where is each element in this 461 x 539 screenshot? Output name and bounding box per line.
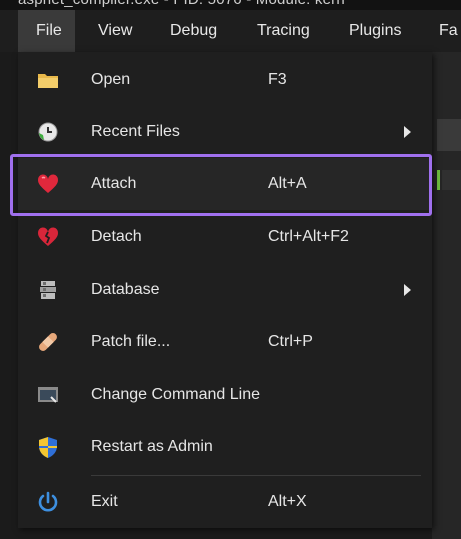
command-line-icon bbox=[38, 387, 58, 403]
file-menu-dropdown: Open F3 Recent Files Attach Alt+A Detach… bbox=[18, 52, 432, 528]
menu-item-shortcut: Alt+X bbox=[268, 493, 307, 510]
window-titlebar: aspnet_compiler.exe - PID: 5076 - Module… bbox=[0, 0, 461, 10]
background-tab bbox=[437, 119, 461, 151]
menu-file[interactable]: File bbox=[18, 10, 75, 52]
menu-tracing[interactable]: Tracing bbox=[257, 10, 310, 52]
menu-item-label: Patch file... bbox=[91, 333, 171, 350]
folder-icon bbox=[38, 74, 58, 88]
shield-icon bbox=[39, 437, 57, 458]
menu-item-label: Restart as Admin bbox=[91, 438, 213, 455]
menu-item-shortcut: Ctrl+P bbox=[268, 333, 313, 350]
menu-favorites[interactable]: Fa bbox=[439, 10, 458, 52]
menu-debug[interactable]: Debug bbox=[170, 10, 217, 52]
database-icon bbox=[40, 281, 56, 299]
menu-item-label: Database bbox=[91, 281, 160, 298]
menu-item-database[interactable]: Database bbox=[18, 264, 432, 316]
power-icon bbox=[38, 491, 58, 512]
menu-item-patch-file[interactable]: Patch file... Ctrl+P bbox=[18, 316, 432, 368]
menu-item-exit[interactable]: Exit Alt+X bbox=[18, 476, 432, 528]
menu-item-restart-as-admin[interactable]: Restart as Admin bbox=[18, 421, 432, 473]
background-row bbox=[442, 170, 461, 190]
menu-view[interactable]: View bbox=[98, 10, 132, 52]
menu-item-label: Open bbox=[91, 71, 131, 88]
menu-item-label: Recent Files bbox=[91, 123, 180, 140]
menu-item-detach[interactable]: Detach Ctrl+Alt+F2 bbox=[18, 211, 432, 263]
menu-item-recent-files[interactable]: Recent Files bbox=[18, 106, 432, 158]
menu-plugins[interactable]: Plugins bbox=[349, 10, 401, 52]
attach-highlight-outline bbox=[10, 154, 432, 216]
menu-item-label: Detach bbox=[91, 228, 142, 245]
menu-bar: File View Debug Tracing Plugins Fa bbox=[0, 10, 461, 52]
menu-item-change-command-line[interactable]: Change Command Line bbox=[18, 369, 432, 421]
broken-heart-icon bbox=[37, 227, 59, 246]
submenu-arrow-icon bbox=[404, 126, 411, 138]
background-indicator bbox=[437, 170, 440, 190]
menu-item-shortcut: Ctrl+Alt+F2 bbox=[268, 228, 349, 245]
menu-item-shortcut: F3 bbox=[268, 71, 287, 88]
menu-item-label: Change Command Line bbox=[91, 386, 260, 403]
background-panel bbox=[432, 52, 461, 539]
recent-files-icon bbox=[38, 122, 58, 142]
menu-item-label: Exit bbox=[91, 493, 118, 510]
bandage-icon bbox=[39, 333, 57, 351]
window-title: aspnet_compiler.exe - PID: 5076 - Module… bbox=[18, 0, 345, 8]
submenu-arrow-icon bbox=[404, 284, 411, 296]
menu-item-open[interactable]: Open F3 bbox=[18, 54, 432, 106]
